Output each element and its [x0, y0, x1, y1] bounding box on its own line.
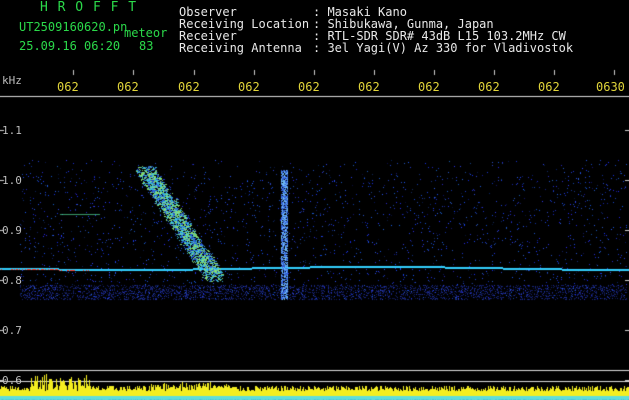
- time-tick: 062: [178, 80, 200, 94]
- antenna-value: : 3el Yagi(V) Az 330 for Vladivostok: [313, 41, 574, 55]
- time-tick: 0630: [596, 80, 625, 94]
- time-tick: 062: [57, 80, 79, 94]
- time-tick: 062: [298, 80, 320, 94]
- time-tick: 062: [238, 80, 260, 94]
- freq-tick: 1.0: [2, 174, 22, 187]
- freq-tick: 0.6: [2, 374, 22, 387]
- time-tick: 062: [538, 80, 560, 94]
- time-tick: 062: [418, 80, 440, 94]
- freq-tick: 0.9: [2, 224, 22, 237]
- frequency-unit-label: kHz: [2, 74, 22, 87]
- spectrogram-canvas: [0, 0, 629, 400]
- file-name: UT2509160620.pn: [19, 20, 128, 34]
- brand-logo-text: H R O F F T: [40, 0, 138, 15]
- freq-tick: 0.7: [2, 324, 22, 337]
- time-tick: 062: [478, 80, 500, 94]
- antenna-label: Receiving Antenna: [179, 41, 302, 55]
- freq-tick: 1.1: [2, 124, 22, 137]
- freq-tick: 0.8: [2, 274, 22, 287]
- spectrogram-window: H R O F F T UT2509160620.pn meteor 25.09…: [0, 0, 629, 400]
- meteor-label: meteor: [124, 26, 168, 40]
- meteor-count: 83: [139, 39, 154, 53]
- observation-datetime: 25.09.16 06:20: [19, 39, 121, 53]
- time-tick: 062: [117, 80, 139, 94]
- time-tick: 062: [358, 80, 380, 94]
